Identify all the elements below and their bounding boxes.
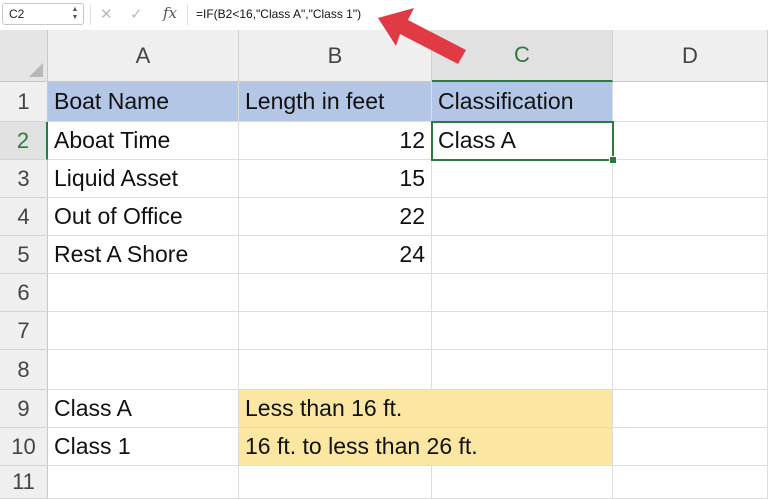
column-header-d[interactable]: D <box>613 30 768 82</box>
cell-b8[interactable] <box>239 350 432 390</box>
cell-d3[interactable] <box>613 160 768 198</box>
cell-d6[interactable] <box>613 274 768 312</box>
cell-d10[interactable] <box>613 428 768 466</box>
fill-handle[interactable] <box>609 156 617 164</box>
row-header-5[interactable]: 5 <box>0 236 48 274</box>
cell-d5[interactable] <box>613 236 768 274</box>
cell-b4[interactable]: 22 <box>239 198 432 236</box>
name-box-value: C2 <box>9 7 25 21</box>
cell-a4[interactable]: Out of Office <box>48 198 239 236</box>
cell-a9[interactable]: Class A <box>48 390 239 428</box>
cell-a5[interactable]: Rest A Shore <box>48 236 239 274</box>
cell-d9[interactable] <box>613 390 768 428</box>
cell-d1[interactable] <box>613 82 768 122</box>
row-header-8[interactable]: 8 <box>0 350 48 390</box>
row-header-11[interactable]: 11 <box>0 466 48 499</box>
cell-b6[interactable] <box>239 274 432 312</box>
cell-d2[interactable] <box>613 122 768 160</box>
cell-d11[interactable] <box>613 466 768 499</box>
row-header-1[interactable]: 1 <box>0 82 48 122</box>
select-all-icon <box>29 63 43 77</box>
formula-bar-divider <box>187 5 188 25</box>
cell-d4[interactable] <box>613 198 768 236</box>
name-box[interactable]: C2 ▲ ▼ <box>2 3 84 25</box>
cell-c11[interactable] <box>432 466 613 499</box>
row-header-3[interactable]: 3 <box>0 160 48 198</box>
cell-b7[interactable] <box>239 312 432 350</box>
cell-b5[interactable]: 24 <box>239 236 432 274</box>
cell-b2[interactable]: 12 <box>239 122 432 160</box>
cell-c4[interactable] <box>432 198 613 236</box>
name-box-stepper-icon[interactable]: ▲ ▼ <box>71 6 79 22</box>
cell-a6[interactable] <box>48 274 239 312</box>
formula-bar-divider <box>90 5 91 25</box>
cell-a10[interactable]: Class 1 <box>48 428 239 466</box>
row-header-6[interactable]: 6 <box>0 274 48 312</box>
cancel-icon[interactable]: ✕ <box>100 5 113 23</box>
cell-d8[interactable] <box>613 350 768 390</box>
row-header-2[interactable]: 2 <box>0 122 48 160</box>
cell-a2[interactable]: Aboat Time <box>48 122 239 160</box>
cell-c8[interactable] <box>432 350 613 390</box>
formula-input[interactable]: =IF(B2<16,"Class A","Class 1") <box>196 7 361 21</box>
cell-a1[interactable]: Boat Name <box>48 82 239 122</box>
cell-b3[interactable]: 15 <box>239 160 432 198</box>
cell-a3[interactable]: Liquid Asset <box>48 160 239 198</box>
cell-c7[interactable] <box>432 312 613 350</box>
row-header-7[interactable]: 7 <box>0 312 48 350</box>
row-header-4[interactable]: 4 <box>0 198 48 236</box>
column-header-a[interactable]: A <box>48 30 239 82</box>
select-all-corner[interactable] <box>0 30 48 82</box>
cell-b10[interactable]: 16 ft. to less than 26 ft. <box>239 428 613 466</box>
cell-a8[interactable] <box>48 350 239 390</box>
enter-icon[interactable]: ✓ <box>130 5 143 23</box>
cell-c6[interactable] <box>432 274 613 312</box>
cell-c2[interactable]: Class A <box>432 122 613 160</box>
cell-b1[interactable]: Length in feet <box>239 82 432 122</box>
row-header-9[interactable]: 9 <box>0 390 48 428</box>
cell-d7[interactable] <box>613 312 768 350</box>
arrow-annotation-icon <box>378 8 466 64</box>
cell-c1[interactable]: Classification <box>432 82 613 122</box>
row-header-10[interactable]: 10 <box>0 428 48 466</box>
cell-a11[interactable] <box>48 466 239 499</box>
insert-function-icon[interactable]: fx <box>163 4 177 22</box>
cell-c5[interactable] <box>432 236 613 274</box>
cell-b9[interactable]: Less than 16 ft. <box>239 390 613 428</box>
cell-c3[interactable] <box>432 160 613 198</box>
cell-b11[interactable] <box>239 466 432 499</box>
cell-a7[interactable] <box>48 312 239 350</box>
